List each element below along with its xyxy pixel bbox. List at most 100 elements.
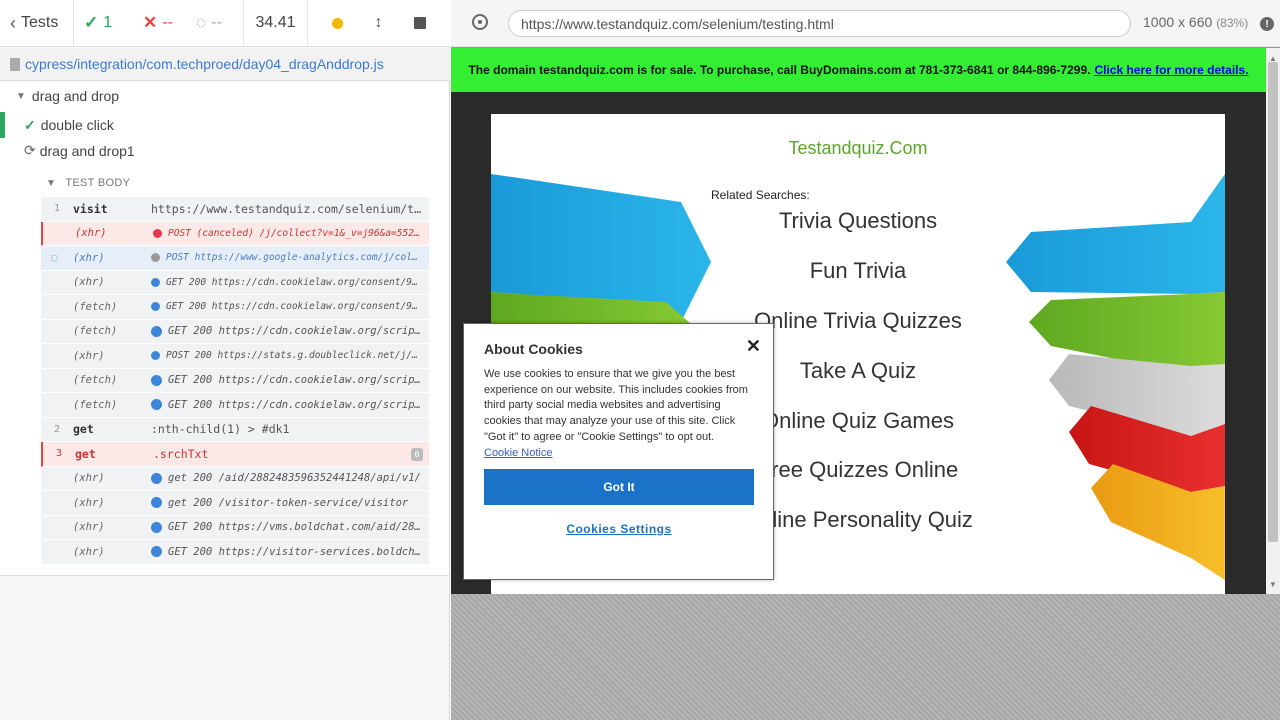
command-name: (xhr) — [73, 521, 105, 534]
command-name: (fetch) — [73, 374, 118, 387]
failed-number: -- — [162, 14, 173, 31]
cross-icon: ✕ — [143, 13, 158, 32]
tests-back-button[interactable]: ‹ Tests — [0, 0, 74, 47]
duration: 34.41 — [244, 0, 308, 47]
command-name: (fetch) — [73, 398, 118, 411]
reporter-header: ‹ Tests ✓ 1 ✕ -- ◌ -- 34.41 ↕ — [0, 0, 450, 47]
command-row[interactable]: 3 get .srchTxt 0 — [41, 442, 429, 467]
viewport-dimensions: 1000 x 660 — [1143, 14, 1213, 30]
close-icon[interactable]: ✕ — [746, 336, 761, 357]
command-row[interactable]: (xhr) GET 200 https://vms.boldchat.com/ai… — [41, 515, 429, 540]
test-body-label: TEST BODY — [65, 177, 131, 189]
command-row[interactable]: (xhr) get 200 /visitor-token-service/visi… — [41, 491, 429, 516]
cookie-dialog-text: We use cookies to ensure that we give yo… — [484, 367, 754, 461]
scroll-down-icon[interactable]: ▼ — [1269, 580, 1277, 589]
domain-sale-banner: The domain testandquiz.com is for sale. … — [451, 48, 1266, 92]
cookie-dialog: About Cookies ✕ We use cookies to ensure… — [463, 323, 774, 580]
command-row[interactable]: 2 get :nth-child(1) > #dk1 — [41, 417, 429, 442]
command-name: get — [73, 422, 94, 437]
got-it-button[interactable]: Got It — [484, 469, 754, 505]
site-title[interactable]: Testandquiz.Com — [491, 138, 1225, 159]
command-message: GET 200 https://cdn.cookielaw.org/script… — [168, 325, 429, 338]
request-status-dot-icon — [151, 374, 162, 386]
suite-drag-and-drop[interactable]: ▼ drag and drop — [16, 88, 119, 104]
auto-scroll-toggle-icon[interactable]: ↕ — [374, 14, 382, 32]
request-status-dot-icon — [151, 351, 160, 361]
command-row[interactable]: 1 visit https://www.testandquiz.com/seleni… — [41, 197, 429, 222]
aut-background — [451, 594, 1280, 720]
request-status-dot-icon — [151, 497, 162, 509]
command-row[interactable]: (fetch) GET 200 https://cdn.cookielaw.org… — [41, 368, 429, 393]
run-controls: ↕ — [308, 0, 450, 47]
test-double-click[interactable]: ✓ double click — [0, 112, 449, 138]
aut-scrollbar[interactable]: ▲ ▼ — [1266, 48, 1280, 594]
command-message: GET 200 https://vms.boldchat.com/aid/288… — [168, 521, 429, 534]
command-message: GET 200 https://cdn.cookielaw.org/consen… — [166, 276, 429, 288]
file-icon — [10, 57, 20, 71]
command-row[interactable]: (xhr) GET 200 https://visitor-services.bo… — [41, 540, 429, 565]
viewport-scale: (83%) — [1216, 16, 1249, 30]
command-name: (xhr) — [73, 545, 105, 558]
command-message: :nth-child(1) > #dk1 — [151, 422, 290, 437]
passed-number: 1 — [103, 14, 113, 31]
command-message: POST (canceled) /j/collect?v=1&_v=j96&a=… — [168, 227, 429, 239]
command-name: get — [75, 446, 96, 461]
info-icon[interactable]: ! — [1260, 17, 1274, 31]
stop-button[interactable] — [414, 17, 427, 29]
command-row[interactable]: (xhr) GET 200 https://cdn.cookielaw.org/c… — [41, 270, 429, 295]
command-name: (xhr) — [73, 276, 105, 289]
command-message: get 200 /aid/2882483596352441248/api/v1/ — [168, 472, 421, 485]
sale-text: The domain testandquiz.com is for sale. … — [468, 63, 1091, 77]
request-status-dot-icon — [151, 521, 162, 533]
selector-playground-icon[interactable] — [472, 14, 488, 30]
check-icon: ✓ — [24, 116, 36, 133]
command-row[interactable]: (fetch) GET 200 https://cdn.cookielaw.org… — [41, 319, 429, 344]
command-number: 2 — [53, 423, 61, 435]
command-row[interactable]: (xhr) POST 200 https://stats.g.doubleclic… — [41, 344, 429, 369]
command-log: 1 visit https://www.testandquiz.com/seleni… — [41, 197, 429, 565]
request-status-dot-icon — [151, 277, 160, 287]
circle-notch-icon: ◌ — [196, 13, 207, 32]
caret-down-icon: ▼ — [46, 178, 57, 189]
test-title: double click — [40, 117, 114, 133]
passed-count: ✓ 1 — [74, 0, 129, 47]
command-message: POST https://www.google-analytics.com/j/… — [166, 252, 429, 264]
command-name: (fetch) — [73, 300, 118, 313]
command-row[interactable]: (xhr) get 200 /aid/2882483596352441248/ap… — [41, 466, 429, 491]
related-link-fun-trivia[interactable]: Fun Trivia — [491, 258, 1225, 284]
request-status-dot-icon — [153, 228, 162, 238]
command-row[interactable]: ◌ (xhr) POST https://www.google-analytics.… — [41, 246, 429, 271]
request-status-dot-icon — [151, 253, 160, 263]
command-name: (xhr) — [73, 496, 105, 509]
command-number: 3 — [55, 448, 63, 460]
request-status-dot-icon — [151, 399, 162, 411]
command-row[interactable]: (fetch) GET 200 https://cdn.cookielaw.org… — [41, 295, 429, 320]
pending-count: ◌ -- — [184, 0, 244, 47]
command-message: get 200 /visitor-token-service/visitor — [168, 496, 409, 509]
aut-url[interactable]: https://www.testandquiz.com/selenium/tes… — [508, 10, 1131, 37]
related-link-trivia-questions[interactable]: Trivia Questions — [491, 208, 1225, 234]
command-name: (xhr) — [73, 349, 105, 362]
command-name: (xhr) — [73, 251, 105, 264]
caret-down-icon: ▼ — [16, 90, 26, 102]
command-message: https://www.testandquiz.com/selenium/tes… — [151, 201, 429, 216]
loading-spinner-icon: ◌ — [51, 251, 58, 265]
request-status-dot-icon — [151, 472, 162, 484]
test-drag-and-drop1[interactable]: ⟳ drag and drop1 — [24, 142, 135, 159]
spec-path-link[interactable]: cypress/integration/com.techproed/day04_… — [25, 56, 384, 72]
command-name: (fetch) — [73, 325, 118, 338]
check-icon: ✓ — [84, 13, 99, 32]
test-body-header[interactable]: ▼ TEST BODY — [46, 177, 130, 189]
command-row[interactable]: (fetch) GET 200 https://cdn.cookielaw.org… — [41, 393, 429, 418]
sale-details-link[interactable]: Click here for more details. — [1094, 63, 1248, 77]
command-row[interactable]: (xhr) POST (canceled) /j/collect?v=1&_v=j… — [41, 221, 429, 246]
cookies-settings-button[interactable]: Cookies Settings — [484, 522, 754, 536]
scrollbar-thumb[interactable] — [1268, 62, 1278, 542]
running-indicator-icon — [331, 17, 343, 29]
command-message: POST 200 https://stats.g.doubleclick.net… — [166, 350, 429, 362]
command-name: visit — [73, 201, 108, 216]
pending-number: -- — [211, 14, 222, 31]
cookie-notice-link[interactable]: Cookie Notice — [484, 446, 754, 462]
command-message: .srchTxt — [153, 446, 209, 461]
command-message: GET 200 https://cdn.cookielaw.org/script… — [168, 374, 429, 387]
